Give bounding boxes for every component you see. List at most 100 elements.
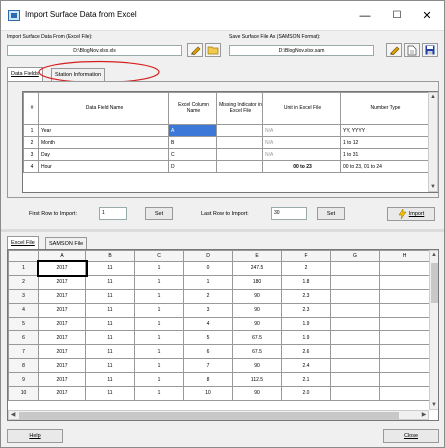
sheet-cell[interactable]: 1 (134, 288, 184, 304)
sheet-cell[interactable]: 4 (183, 316, 233, 332)
sheet-cell[interactable]: 11 (85, 274, 135, 290)
sheet-cell[interactable]: 180 (232, 274, 282, 290)
row-header[interactable]: 8 (8, 358, 39, 374)
sheet-row[interactable]: 4 2017 11 1 3 90 2.3 (8, 302, 430, 318)
scroll-right-icon[interactable]: ▶ (420, 411, 428, 419)
sheet-cell[interactable] (379, 358, 430, 374)
sheet-cell[interactable]: 11 (85, 330, 135, 346)
sheet-cell[interactable]: 2017 (38, 288, 86, 304)
sheet-cell[interactable]: 1 (183, 274, 233, 290)
sheet-cell[interactable] (379, 261, 430, 276)
sheet-cell[interactable]: 2017 (36, 259, 88, 278)
unit-cell[interactable]: 00 to 23 (262, 160, 341, 173)
excel-column-cell[interactable]: B (168, 136, 217, 149)
sheet-cell[interactable]: 90 (232, 288, 282, 304)
sheet-cell[interactable]: 2017 (38, 316, 86, 332)
unit-cell[interactable]: N/A (262, 136, 341, 149)
sheet-row[interactable]: 5 2017 11 1 4 90 1.9 (8, 316, 430, 332)
column-header[interactable]: A (38, 250, 86, 262)
sheet-cell[interactable]: 90 (232, 386, 282, 401)
column-header[interactable]: B (85, 250, 135, 262)
sheet-cell[interactable]: 1 (134, 316, 184, 332)
table-row[interactable]: 3 Day C N/A 1 to 31 (23, 148, 429, 161)
sheet-cell[interactable] (330, 386, 380, 401)
sheet-horizontal-scrollbar[interactable]: ◀ ▶ (8, 410, 429, 420)
sheet-cell[interactable] (379, 372, 430, 388)
last-row-input[interactable]: 30 (271, 207, 307, 220)
last-row-set-button[interactable]: Set (317, 207, 345, 220)
sheet-cell[interactable]: 2.1 (281, 372, 331, 388)
sheet-cell[interactable]: 2017 (38, 386, 86, 401)
sheet-cell[interactable]: 1 (134, 358, 184, 374)
sheet-cell[interactable] (330, 288, 380, 304)
sheet-cell[interactable]: 5 (183, 330, 233, 346)
sheet-cell[interactable]: 1.9 (281, 330, 331, 346)
sheet-row[interactable]: 1 2017 11 1 0 247.5 2 (8, 259, 430, 278)
sheet-row[interactable]: 2 2017 11 1 1 180 1.8 (8, 274, 430, 290)
edit-import-path-button[interactable] (187, 43, 203, 57)
sheet-cell[interactable]: 11 (85, 288, 135, 304)
sheet-row[interactable]: 9 2017 11 1 8 112.5 2.1 (8, 372, 430, 388)
sheet-cell[interactable]: 8 (183, 372, 233, 388)
missing-cell[interactable] (216, 160, 263, 173)
sheet-cell[interactable]: 6 (183, 344, 233, 360)
sheet-cell[interactable] (330, 358, 380, 374)
row-header[interactable]: 2 (8, 274, 39, 290)
sheet-cell[interactable]: 2.4 (281, 358, 331, 374)
splitter-bar[interactable] (1, 229, 444, 232)
unit-cell[interactable]: N/A (262, 148, 341, 161)
sheet-row[interactable]: 7 2017 11 1 6 67.5 2.6 (8, 344, 430, 360)
first-row-set-button[interactable]: Set (145, 207, 173, 220)
scroll-up-icon[interactable]: ▲ (430, 251, 438, 259)
column-header[interactable]: D (183, 250, 233, 262)
sheet-cell[interactable]: 2.0 (281, 386, 331, 401)
sheet-cell[interactable]: 11 (85, 386, 135, 401)
sheet-row[interactable]: 10 2017 11 1 10 90 2.0 (8, 386, 430, 401)
sheet-cell[interactable] (330, 372, 380, 388)
sheet-cell[interactable]: 1 (134, 344, 184, 360)
excel-column-cell[interactable]: D (168, 160, 217, 173)
sheet-cell[interactable]: 2017 (38, 358, 86, 374)
sheet-cell[interactable]: 2017 (38, 344, 86, 360)
field-table-scrollbar[interactable]: ▲ ▼ (428, 92, 438, 192)
import-from-field[interactable]: D:\BlogNov.xlsx.xls (7, 45, 182, 56)
sheet-cell[interactable] (330, 302, 380, 318)
excel-column-cell[interactable]: A (168, 124, 217, 137)
scroll-left-icon[interactable]: ◀ (9, 411, 17, 419)
sheet-cell[interactable]: 11 (85, 344, 135, 360)
sheet-cell[interactable]: 11 (85, 316, 135, 332)
scroll-up-icon[interactable]: ▲ (429, 93, 437, 101)
sheet-cell[interactable]: 1 (134, 330, 184, 346)
first-row-input[interactable]: 1 (99, 207, 127, 220)
sheet-cell[interactable]: 0 (183, 261, 233, 276)
number-type-cell[interactable]: 1 to 12 (340, 136, 429, 149)
help-button[interactable]: Help (7, 429, 63, 443)
sheet-cell[interactable] (330, 316, 380, 332)
sheet-cell[interactable]: 7 (183, 358, 233, 374)
maximize-button[interactable]: ☐ (383, 6, 411, 26)
sheet-cell[interactable] (330, 330, 380, 346)
column-header[interactable]: H (379, 250, 430, 262)
sheet-cell[interactable] (330, 344, 380, 360)
sheet-cell[interactable]: 2.6 (281, 344, 331, 360)
scroll-thumb[interactable] (19, 412, 399, 419)
row-header[interactable]: 3 (8, 288, 39, 304)
sheet-cell[interactable] (330, 274, 380, 290)
sheet-cell[interactable]: 11 (85, 302, 135, 318)
unit-cell[interactable]: N/A (262, 124, 341, 137)
row-header[interactable]: 9 (8, 372, 39, 388)
sheet-cell[interactable]: 1 (134, 372, 184, 388)
sheet-cell[interactable]: 90 (232, 316, 282, 332)
save-as-field[interactable]: D:\BlogNov.xlsx.sam (229, 45, 374, 56)
row-header[interactable]: 10 (8, 386, 39, 401)
table-row[interactable]: 4 Hour D 00 to 23 00 to 23, 01 to 24 (23, 160, 429, 173)
sheet-cell[interactable]: 2017 (38, 372, 86, 388)
sheet-cell[interactable]: 1 (134, 302, 184, 318)
sheet-cell[interactable]: 67.5 (232, 344, 282, 360)
column-header[interactable]: C (134, 250, 184, 262)
sheet-cell[interactable]: 90 (232, 358, 282, 374)
sheet-cell[interactable] (379, 316, 430, 332)
missing-cell[interactable] (216, 136, 263, 149)
table-row[interactable]: 2 Month B N/A 1 to 12 (23, 136, 429, 149)
missing-cell[interactable] (216, 124, 263, 137)
